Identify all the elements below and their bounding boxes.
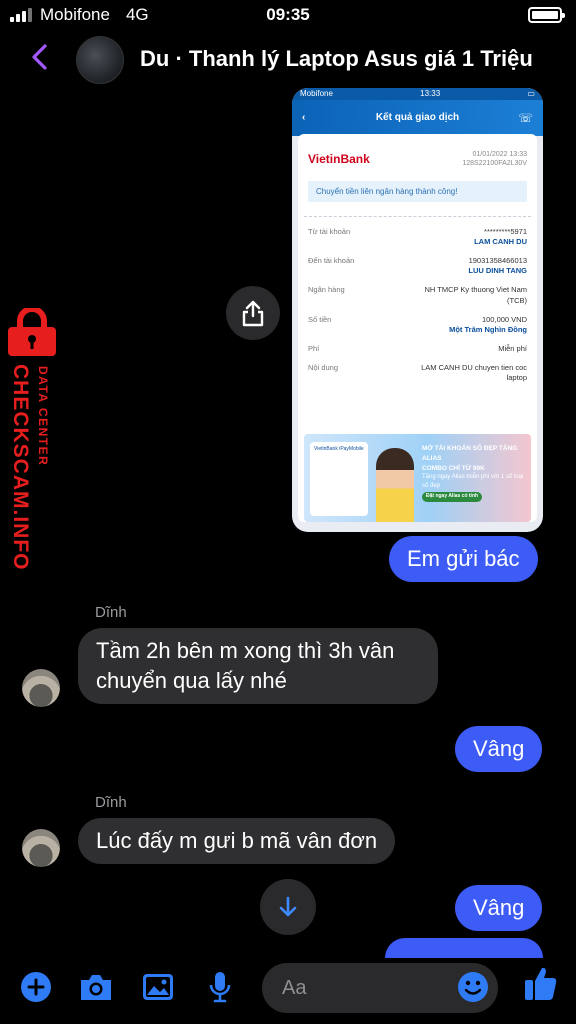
contact-avatar[interactable] — [76, 36, 124, 84]
receipt-details: Từ tài khoản *********5971 LAM CANH DU Đến … — [308, 227, 527, 383]
gallery-button[interactable] — [140, 969, 176, 1005]
emoji-button[interactable] — [455, 969, 491, 1005]
plus-icon — [21, 972, 51, 1002]
receipt-detail-value-line: 100,000 VND — [481, 314, 527, 324]
receipt-detail-label: Số tiền — [308, 314, 332, 324]
receipt-battery: ▭ — [527, 89, 535, 98]
camera-icon — [81, 975, 111, 1000]
promo-banner: VietinBank iPayMobile MỞ TÀI KHOẢN SỐ ĐẸ… — [304, 434, 531, 522]
success-banner: Chuyển tiền liên ngân hàng thành công! — [308, 180, 527, 202]
receipt-detail-value: NH TMCP Ky thuong Viet Nam (TCB) — [407, 285, 527, 305]
message-bubble-outgoing[interactable]: Vâng — [455, 726, 543, 772]
receipt-detail-label: Nội dung — [308, 363, 339, 372]
promo-text: MỞ TÀI KHOẢN SỐ ĐẸP TẶNG ALIAS COMBO CHỈ… — [422, 444, 530, 502]
receipt-topbar: ‹ Kết quả giao dịch ☏ — [292, 100, 543, 136]
thumbs-up-icon — [525, 967, 557, 1000]
share-icon — [242, 300, 264, 327]
receipt-card: VietinBank 01/01/2022 13:33 128S22100FA2… — [298, 134, 537, 522]
sender-name: Dĩnh — [95, 794, 127, 811]
receipt-date: 01/01/2022 13:33 — [472, 151, 528, 158]
lock-icon — [8, 308, 56, 356]
status-time: 09:35 — [266, 5, 310, 24]
scroll-to-bottom-button[interactable] — [260, 879, 316, 935]
receipt-phone-icon: ☏ — [517, 111, 533, 125]
battery-icon — [528, 7, 565, 23]
like-button[interactable] — [522, 965, 558, 1001]
receipt-detail-value-line: NH TMCP Ky thuong Viet Nam (TCB) — [424, 285, 527, 305]
message-bubble-outgoing[interactable]: Em gửi bác — [389, 536, 538, 582]
voice-button[interactable] — [202, 969, 238, 1005]
sender-avatar[interactable] — [22, 669, 60, 707]
receipt-carrier: Mobifone — [300, 89, 333, 98]
receipt-detail-label: Từ tài khoản — [308, 226, 351, 236]
receipt-detail-row: Từ tài khoản *********5971 LAM CANH DU — [308, 227, 527, 247]
status-bar: Mobifone 4G 09:35 — [0, 0, 576, 30]
sender-name: Dĩnh — [95, 604, 127, 621]
receipt-time: 13:33 — [420, 89, 441, 98]
arrow-down-icon — [279, 896, 297, 917]
message-bubble-incoming[interactable]: Lúc đấy m gưi b mã vân đơn — [78, 818, 396, 864]
receipt-detail-row: Phí Miễn phí — [308, 344, 527, 354]
watermark-main: CHECKSCAM.INFO — [9, 364, 32, 571]
receipt-detail-value-line: 19031358466013 — [468, 256, 527, 266]
receipt-detail-label: Ngân hàng — [308, 285, 345, 295]
plus-button[interactable] — [18, 969, 54, 1005]
receipt-meta: 01/01/2022 13:33 128S22100FA2L30V — [462, 150, 527, 169]
chat-header: Du · Thanh lý Laptop Asus giá 1 Triệu — [0, 32, 576, 88]
receipt-detail-row: Số tiền 100,000 VND Một Trăm Nghìn Đồng — [308, 315, 527, 335]
receipt-detail-row: Ngân hàng NH TMCP Ky thuong Viet Nam (TCB… — [308, 285, 527, 305]
camera-button[interactable] — [78, 969, 114, 1005]
watermark: CHECKSCAM.INFO DATA CENTER — [0, 308, 64, 588]
receipt-detail-row: Nội dung LAM CANH DU chuyen tien coc lapt… — [308, 363, 527, 383]
promo-line1: MỞ TÀI KHOẢN SỐ ĐẸP TẶNG ALIAS — [422, 445, 518, 462]
promo-person — [376, 448, 414, 522]
promo-app-card: VietinBank iPayMobile — [310, 442, 368, 516]
back-icon[interactable] — [26, 42, 56, 72]
emoji-icon — [458, 972, 488, 1002]
receipt-detail-row: Đến tài khoản 19031358466013 LUU DINH TANG — [308, 256, 527, 276]
watermark-sub: DATA CENTER — [36, 366, 50, 467]
promo-line3: Tặng ngay Alias miễn phí với 1 số loại s… — [422, 474, 524, 490]
receipt-detail-value: 100,000 VND Một Trăm Nghìn Đồng — [449, 315, 527, 335]
receipt-title: Kết quả giao dịch — [375, 112, 460, 123]
promo-button: Đặt ngay Alias có tính — [422, 492, 483, 502]
shared-receipt-image[interactable]: Mobifone 13:33 ▭ ‹ Kết quả giao dịch ☏ V… — [292, 88, 543, 532]
receipt-detail-value: Miễn phí — [498, 344, 527, 354]
receipt-status-bar: Mobifone 13:33 ▭ — [292, 88, 543, 100]
receipt-detail-value: LAM CANH DU chuyen tien coc laptop — [407, 363, 527, 383]
receipt-detail-value: *********5971 LAM CANH DU — [474, 227, 527, 247]
composer-bar — [0, 955, 576, 1024]
receipt-detail-value-line2: Một Trăm Nghìn Đồng — [449, 324, 527, 334]
share-button[interactable] — [226, 286, 280, 340]
receipt-detail-value: 19031358466013 LUU DINH TANG — [468, 256, 527, 276]
receipt-detail-value-line: LAM CANH DU chuyen tien coc laptop — [421, 363, 527, 383]
receipt-ref: 128S22100FA2L30V — [462, 160, 527, 168]
receipt-detail-label: Đến tài khoản — [308, 256, 355, 266]
receipt-detail-value-line2: LUU DINH TANG — [468, 266, 527, 276]
receipt-detail-value-line2: LAM CANH DU — [474, 237, 527, 246]
message-bubble-outgoing[interactable]: Vâng — [455, 885, 543, 931]
receipt-back-icon: ‹ — [302, 112, 306, 123]
receipt-detail-value-line: *********5971 — [484, 226, 527, 236]
receipt-detail-value-line: Miễn phí — [498, 343, 527, 353]
receipt-detail-label: Phí — [308, 343, 320, 353]
promo-line2: COMBO CHỈ TỪ 99K — [422, 464, 485, 472]
conversation-title[interactable]: Du · Thanh lý Laptop Asus giá 1 Triệu — [140, 46, 533, 72]
message-bubble-incoming[interactable]: Tầm 2h bên m xong thì 3h vân chuyển qua … — [78, 628, 438, 704]
bank-logo: VietinBank — [308, 152, 370, 166]
mic-icon — [209, 972, 231, 1003]
sender-avatar[interactable] — [22, 829, 60, 867]
image-icon — [143, 974, 173, 1000]
